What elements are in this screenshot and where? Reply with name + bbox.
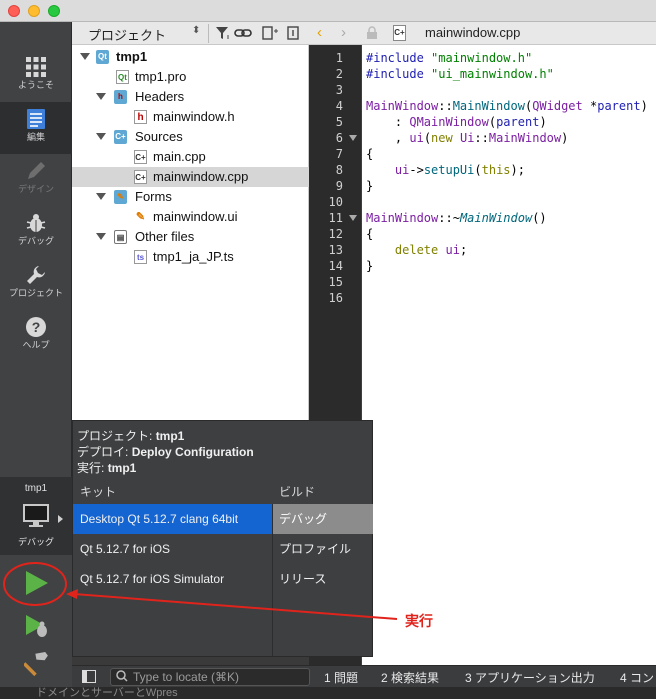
- annotation-label: 実行: [405, 613, 433, 629]
- annotation-overlay: [3, 562, 398, 620]
- highlight-circle: [3, 562, 67, 606]
- arrow-head-icon: [66, 589, 78, 599]
- annotation-arrow: [73, 593, 398, 620]
- qt-creator-window: ようこそ 編集 デザイン デバッグ プロジェクト ? ヘルプ tmp1 デバッグ…: [0, 0, 656, 699]
